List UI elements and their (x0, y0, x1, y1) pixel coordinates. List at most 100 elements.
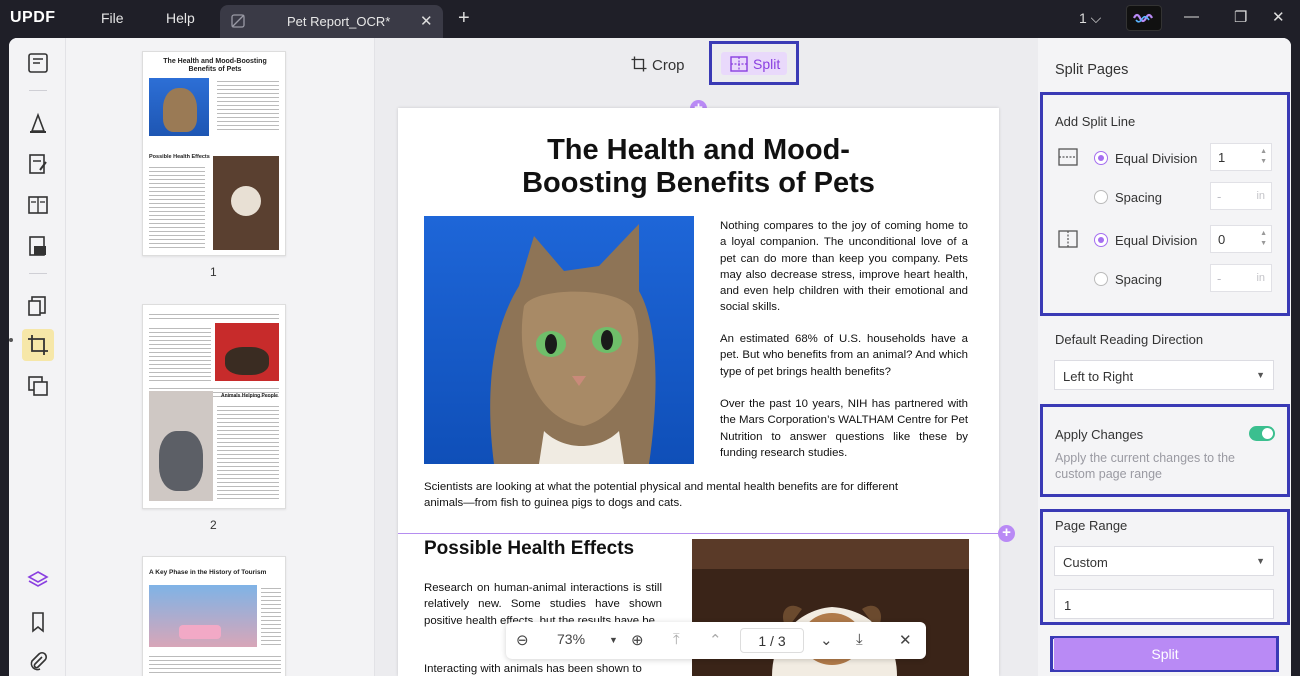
minimize-icon[interactable]: — (1184, 8, 1199, 25)
panel-title: Split Pages (1055, 62, 1129, 78)
sign-icon[interactable] (26, 234, 50, 258)
document-canvas[interactable]: Crop Split + The Health and Mood-Boostin… (375, 38, 1038, 676)
add-split-handle-right[interactable]: + (998, 525, 1015, 542)
horizontal-equal-division-label: Equal Division (1115, 151, 1198, 166)
form-icon[interactable] (26, 193, 50, 217)
stepper-arrows-icon[interactable]: ▲ ▼ (1260, 229, 1267, 249)
toolbar-divider (29, 90, 47, 91)
document-title: The Health and Mood-Boosting Benefits of… (522, 134, 875, 199)
total-pages: 3 (777, 633, 786, 649)
menu-help[interactable]: Help (166, 10, 195, 26)
crop-pages-icon[interactable] (26, 333, 50, 357)
close-zoombar-icon[interactable]: ✕ (899, 631, 912, 649)
chevron-down-icon: ▼ (1256, 370, 1265, 380)
horizontal-spacing-input[interactable]: - in (1210, 182, 1272, 210)
document-tab[interactable]: Pet Report_OCR* ✕ (220, 5, 443, 38)
attachment-icon[interactable] (26, 650, 50, 674)
crop-label: Crop (652, 57, 685, 74)
paragraph-3: Over the past 10 years, NIH has partnere… (720, 398, 968, 459)
split-mode-button[interactable]: Split (721, 52, 787, 75)
prev-page-icon[interactable]: ⌃ (709, 631, 722, 649)
zoom-in-icon[interactable]: ⊕ (631, 631, 644, 649)
horizontal-split-icon (1058, 148, 1078, 166)
add-split-line-label: Add Split Line (1055, 114, 1136, 129)
bookmark-icon[interactable] (26, 610, 50, 634)
thumb-tourism-image (149, 585, 257, 647)
horizontal-spacing-radio[interactable] (1094, 190, 1108, 204)
vertical-spacing-input[interactable]: - in (1210, 264, 1272, 292)
split-pages-panel: Split Pages Add Split Line Equal Divisio… (1038, 38, 1291, 676)
vertical-equal-division-label: Equal Division (1115, 233, 1198, 248)
thumb-dogs-image (215, 323, 279, 381)
horizontal-division-stepper[interactable]: 1 ▲ ▼ (1210, 143, 1272, 171)
section-paragraph-2: Interacting with animals has been shown … (424, 663, 642, 675)
zoom-out-icon[interactable]: ⊖ (516, 631, 529, 649)
new-tab-icon[interactable]: + (458, 7, 470, 30)
reading-direction-value: Left to Right (1063, 369, 1134, 384)
thumb-section: Animals Helping People (221, 393, 278, 399)
tab-doc-icon (231, 14, 245, 28)
horizontal-spacing-label: Spacing (1115, 190, 1162, 205)
apply-changes-description: Apply the current changes to the custom … (1055, 451, 1235, 481)
vertical-spacing-value: - (1217, 271, 1222, 286)
stepper-arrows-icon[interactable]: ▲ ▼ (1260, 147, 1267, 167)
split-mode-label: Split (753, 56, 781, 72)
title-bar: UPDF File Help Pet Report_OCR* ✕ + 1 ⌵ —… (0, 0, 1300, 38)
vertical-split-icon (1058, 230, 1078, 248)
left-toolbar (9, 38, 66, 676)
vertical-spacing-label: Spacing (1115, 272, 1162, 287)
page-thumbnail-1[interactable]: The Health and Mood-Boosting Benefits of… (142, 51, 286, 256)
horizontal-equal-division-radio[interactable] (1094, 151, 1108, 165)
comment-icon[interactable] (26, 111, 50, 135)
restore-icon[interactable]: ❐ (1234, 8, 1247, 26)
waveform-icon (1133, 13, 1153, 23)
vertical-spacing-radio[interactable] (1094, 272, 1108, 286)
crop-icon (631, 56, 647, 72)
page-range-input[interactable]: 1 (1054, 589, 1274, 619)
next-page-icon[interactable]: ⌄ (820, 631, 833, 649)
split-tool-highlight[interactable]: Split (709, 41, 799, 85)
page-thumbnail-3[interactable]: A Key Phase in the History of Tourism (142, 556, 286, 676)
paragraph-full-width: Scientists are looking at what the poten… (424, 481, 899, 510)
close-tab-icon[interactable]: ✕ (420, 12, 433, 30)
vertical-equal-division-radio[interactable] (1094, 233, 1108, 247)
convert-icon[interactable] (26, 374, 50, 398)
pdf-page: The Health and Mood-Boosting Benefits of… (398, 108, 999, 676)
last-page-icon[interactable]: ⤓ (856, 631, 863, 648)
apply-changes-label: Apply Changes (1055, 427, 1144, 442)
edit-pdf-icon[interactable] (26, 152, 50, 176)
section-heading: Possible Health Effects (424, 538, 635, 559)
crop-button[interactable]: Crop (630, 55, 685, 74)
layers-icon[interactable] (26, 568, 50, 592)
close-window-icon[interactable]: ✕ (1272, 8, 1285, 26)
vertical-division-value: 0 (1218, 232, 1226, 247)
first-page-icon[interactable]: ⤒ (673, 631, 680, 648)
split-line[interactable] (398, 533, 999, 534)
menu-file[interactable]: File (101, 10, 124, 26)
split-button[interactable]: Split (1054, 638, 1276, 670)
zoom-dropdown-icon[interactable]: ▼ (609, 635, 618, 645)
page-range-select[interactable]: Custom ▼ (1054, 546, 1274, 576)
page-range-value: 1 (1064, 598, 1072, 613)
page-range-label: Page Range (1055, 518, 1128, 533)
app-window: The Health and Mood-Boosting Benefits of… (9, 38, 1291, 676)
active-indicator (9, 338, 13, 342)
zoom-level[interactable]: 73% (557, 631, 585, 647)
avatar[interactable] (1126, 5, 1162, 31)
apply-changes-toggle[interactable] (1249, 426, 1275, 441)
thumb-text (217, 78, 279, 130)
page-thumbnail-2[interactable]: Animals Helping People (142, 304, 286, 509)
thumb-dog-image (213, 156, 279, 250)
page-separator: / (770, 633, 774, 649)
organize-pages-icon[interactable] (26, 294, 50, 318)
vertical-division-stepper[interactable]: 0 ▲ ▼ (1210, 225, 1272, 253)
reader-icon[interactable] (26, 51, 50, 75)
horizontal-spacing-value: - (1217, 189, 1222, 204)
reading-direction-select[interactable]: Left to Right ▼ (1054, 360, 1274, 390)
tab-title: Pet Report_OCR* (287, 14, 391, 29)
zoom-toolbar: ⊖ 73% ▼ ⊕ ⤒ ⌃ 1 / 3 ⌄ ⤓ ✕ (506, 622, 926, 659)
page-selector[interactable]: 1 ⌵ (1079, 10, 1101, 27)
thumb-section: Possible Health Effects (149, 154, 210, 160)
thumb-text (149, 164, 205, 250)
page-number-input[interactable]: 1 / 3 (740, 628, 804, 653)
